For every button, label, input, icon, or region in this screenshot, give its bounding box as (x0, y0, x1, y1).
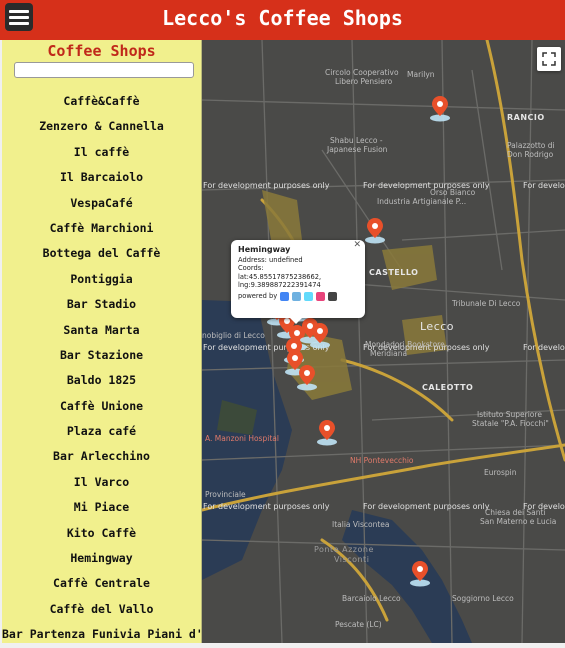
sidebar-heading: Coffee Shops (47, 42, 156, 60)
dev-watermark: For development purposes only (523, 181, 565, 190)
shop-list-item[interactable]: Mi Piace (2, 495, 201, 520)
map-marker-icon[interactable] (316, 418, 338, 446)
shop-list-item[interactable]: Il Varco (2, 470, 201, 495)
shop-list-item[interactable]: Il caffè (2, 140, 201, 165)
map-label: Soggiorno Lecco (452, 594, 514, 603)
map-label: Provinciale (205, 490, 246, 499)
map-label: Shabu Lecco - (330, 136, 383, 145)
sidebar: Coffee Shops Caffè&Caffè Zenzero & Cannel… (2, 40, 230, 643)
shop-list-item[interactable]: Plaza café (2, 419, 201, 444)
map-label: Pescate (LC) (335, 620, 382, 629)
map-label: Orso Bianco (430, 188, 476, 197)
area-label: Ponte Azzone (314, 545, 374, 554)
map-label: San Materno e Lucia (480, 517, 557, 526)
area-label: CALEOTTO (422, 383, 474, 392)
shop-list: Caffè&Caffè Zenzero & Cannella Il caffè Il … (2, 89, 230, 648)
shop-list-item[interactable]: Bar Arlecchino (2, 444, 201, 469)
shop-list-item[interactable]: Baldo 1825 (2, 368, 201, 393)
map-view[interactable]: For development purposes only For develo… (202, 40, 565, 643)
map-marker-icon[interactable] (429, 94, 451, 122)
map-label: Italia Viscontea (332, 520, 390, 529)
popup-lat: lat:45.85517875238662, (238, 272, 322, 281)
map-label: Meridiana (370, 349, 408, 358)
react-icon (304, 292, 314, 302)
map-label: Don Rodrigo (507, 150, 554, 159)
map-label: Palazzotto di (507, 141, 555, 150)
shop-list-item[interactable]: Bar Partenza Funivia Piani d'Erna (2, 622, 230, 647)
google-icon (280, 292, 290, 302)
fullscreen-button[interactable] (537, 47, 561, 71)
map-label: A. Manzoni Hospital (205, 434, 279, 443)
shop-list-item[interactable]: VespaCafé (2, 191, 201, 216)
popup-powered-row: powered by (238, 292, 358, 302)
app-title: Lecco's Coffee Shops (162, 6, 403, 30)
map-label: Barcaiolo Lecco (342, 594, 401, 603)
map-marker-icon[interactable] (409, 559, 431, 587)
map-label: Chiesa dei Santi (485, 508, 546, 517)
map-label: Tribunale Di Lecco (452, 299, 521, 308)
popup-address: Address: undefined (238, 256, 303, 265)
map-label: Mondadori Bookstore (365, 340, 445, 349)
shop-list-item[interactable]: Bar Stadio (2, 292, 201, 317)
info-popup: ✕ Hemingway Address: undefined Coords: l… (231, 240, 365, 324)
shop-list-item[interactable]: Caffè Marchioni (2, 216, 201, 241)
popup-lng: lng:9.389887222391474 (238, 280, 321, 289)
map-label: Istituto Superiore (477, 410, 542, 419)
map-icon (328, 292, 338, 302)
shop-list-item[interactable]: Bar Stazione (2, 343, 201, 368)
shop-list-item[interactable]: Caffè del Vallo (2, 597, 201, 622)
shop-list-item[interactable]: Il Barcaiolo (2, 165, 201, 190)
close-icon[interactable]: ✕ (353, 240, 361, 249)
shop-list-item[interactable]: Pontiggia (2, 267, 201, 292)
dev-watermark: For development purposes only (203, 502, 330, 511)
shop-list-item[interactable]: Caffè&Caffè (2, 89, 201, 114)
popup-title: Hemingway (238, 245, 291, 254)
shop-list-item[interactable]: Zenzero & Cannella (2, 114, 201, 139)
map-label: Libero Pensiero (335, 77, 393, 86)
dev-watermark: For development purposes only (363, 502, 490, 511)
popup-coords-label: Coords: (238, 264, 264, 273)
app-header: Lecco's Coffee Shops (0, 0, 565, 40)
map-label: Eurospin (484, 468, 517, 477)
map-marker-icon[interactable] (296, 363, 318, 391)
map-label: NH Pontevecchio (350, 456, 414, 465)
map-label: Marilyn (407, 70, 435, 79)
map-marker-icon[interactable] (309, 321, 331, 349)
area-label: CASTELLO (369, 268, 419, 277)
nodejs-icon (292, 292, 302, 302)
map-marker-icon[interactable] (364, 216, 386, 244)
shop-list-item[interactable]: Caffè Centrale (2, 571, 201, 596)
shop-list-item[interactable]: Bottega del Caffè (2, 241, 201, 266)
map-label: Japanese Fusion (327, 145, 388, 154)
shop-list-item[interactable]: Santa Marta (2, 318, 201, 343)
search-input[interactable] (14, 62, 194, 78)
map-label: nobiglio di Lecco (202, 331, 265, 340)
foursquare-icon (316, 292, 326, 302)
area-label: Visconti (334, 555, 370, 564)
map-label: Circolo Cooperativo (325, 68, 399, 77)
area-label: RANCIO (507, 113, 545, 122)
shop-list-item[interactable]: Hemingway (2, 546, 201, 571)
popup-powered-label: powered by (238, 292, 278, 301)
map-label: Statale "P.A. Fiocchi" (472, 419, 549, 428)
shop-list-item[interactable]: Caffè Unione (2, 394, 201, 419)
dev-watermark: For development purposes only (523, 343, 565, 352)
map-label: Industria Artigianale P... (377, 197, 467, 206)
shop-list-item[interactable]: Kito Caffè (2, 521, 201, 546)
dev-watermark: For development purposes only (203, 181, 330, 190)
fullscreen-icon (542, 52, 556, 66)
area-label: Lecco (420, 320, 455, 333)
